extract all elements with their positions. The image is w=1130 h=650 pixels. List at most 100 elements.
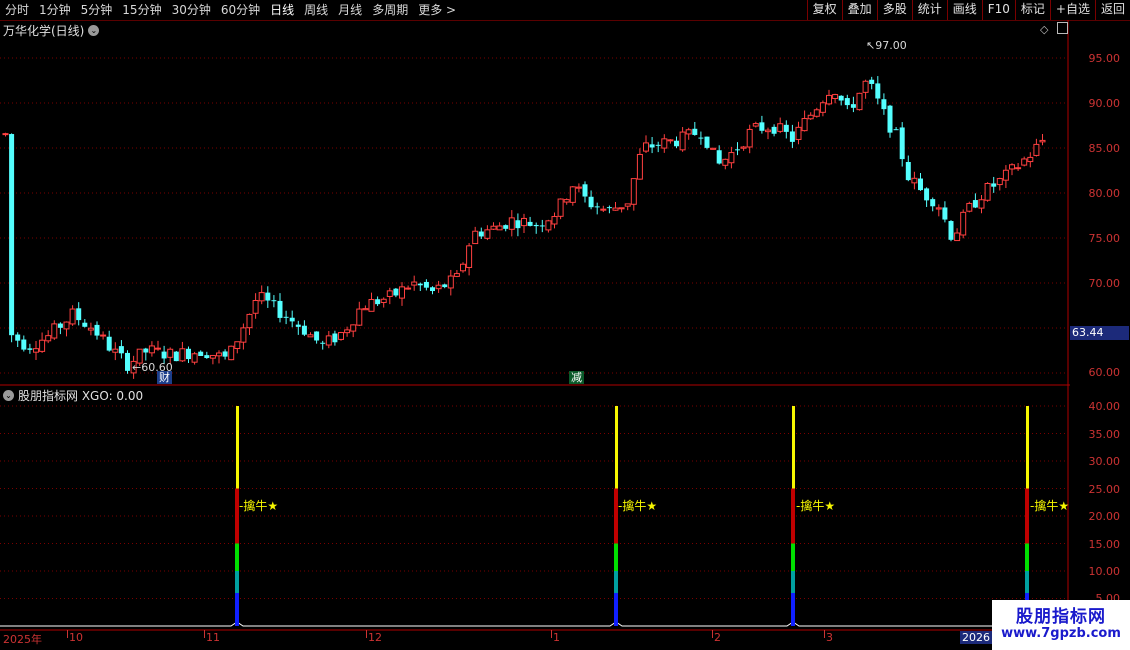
diamond-icon[interactable]: ◇ xyxy=(1040,23,1048,36)
candle-up xyxy=(545,220,552,231)
candle-down xyxy=(759,122,765,131)
price-axis-label: 70.00 xyxy=(1088,277,1121,290)
candle-up xyxy=(966,202,973,212)
signal-bar-cyan xyxy=(614,571,618,593)
candle-down xyxy=(106,336,112,351)
candle-down xyxy=(844,98,850,106)
candle-up xyxy=(405,287,412,290)
candle-up xyxy=(435,284,442,290)
candle-up xyxy=(911,177,918,184)
signal-bar-cyan xyxy=(1025,571,1029,593)
candle-up xyxy=(191,353,198,363)
date-tick xyxy=(712,630,713,638)
signal-bar-blue xyxy=(791,593,795,626)
indicator-axis-label: 40.00 xyxy=(1088,400,1121,413)
signal-bar-blue xyxy=(614,593,618,626)
signal-bar-yellow xyxy=(236,406,239,489)
candle-up xyxy=(228,345,235,361)
candle-up xyxy=(460,263,466,272)
candle-down xyxy=(417,283,423,286)
candle-down xyxy=(265,292,271,301)
candle-up xyxy=(234,341,241,350)
indicator-baseline xyxy=(0,621,1068,627)
candle-up xyxy=(508,217,515,230)
signal-bar-yellow xyxy=(792,406,795,489)
candle-up xyxy=(935,207,942,210)
candle-down xyxy=(204,355,210,359)
date-axis-label: 2026 xyxy=(960,631,992,644)
candle-down xyxy=(918,178,923,191)
candle-down xyxy=(320,342,326,344)
candle-up xyxy=(722,158,729,166)
candle-up xyxy=(630,178,637,205)
candle-down xyxy=(94,324,100,336)
candle-up xyxy=(661,138,668,149)
candle-up xyxy=(447,275,454,289)
candle-down xyxy=(582,184,588,197)
date-axis-label: 12 xyxy=(368,631,382,644)
candle-up xyxy=(179,348,186,362)
candle-down xyxy=(881,99,887,110)
candle-down xyxy=(82,322,88,327)
candle-down xyxy=(15,334,21,341)
candle-down xyxy=(57,323,63,328)
signal-bar-green xyxy=(1025,543,1029,571)
candle-up xyxy=(63,321,70,330)
candle-up xyxy=(484,229,491,239)
candle-down xyxy=(692,128,698,135)
candle-up xyxy=(112,348,119,353)
signal-bar-red xyxy=(1025,488,1029,544)
candle-up xyxy=(752,123,759,127)
main-panel-title: 万华化学(日线) ⌄ xyxy=(3,22,100,39)
signal-bar-green xyxy=(791,543,795,571)
date-tick xyxy=(551,630,552,638)
candle-up xyxy=(765,129,771,133)
candle-up xyxy=(728,152,735,164)
price-axis-label: 60.00 xyxy=(1088,366,1121,379)
candle-down xyxy=(783,124,789,132)
candle-down xyxy=(588,196,594,208)
signal-bar-green xyxy=(614,543,618,571)
candle-down xyxy=(972,200,978,208)
indicator-panel-title: ⌄ 股朋指标网 XGO: 0.00 xyxy=(3,387,143,404)
candle-up xyxy=(100,334,107,337)
candle-up xyxy=(411,281,418,286)
panel-toggle-icon[interactable] xyxy=(1057,22,1068,34)
candle-up xyxy=(832,94,839,100)
candle-up xyxy=(569,186,576,203)
candle-up xyxy=(453,273,460,277)
candle-down xyxy=(301,325,307,335)
candle-up xyxy=(87,327,94,331)
candle-up xyxy=(368,299,375,312)
chevron-down-icon[interactable]: ⌄ xyxy=(88,25,100,36)
candle-up xyxy=(258,292,265,302)
candle-up xyxy=(380,298,387,303)
candle-up xyxy=(33,348,39,353)
financial-report-badge[interactable]: 财 xyxy=(157,371,172,384)
date-axis-label: 3 xyxy=(826,631,833,644)
candle-up xyxy=(155,347,161,350)
signal-bar-cyan xyxy=(791,571,795,593)
price-axis-label: 75.00 xyxy=(1088,232,1121,245)
candle-up xyxy=(167,348,174,358)
chevron-down-icon[interactable]: ⌄ xyxy=(3,390,14,401)
candle-up xyxy=(344,329,351,334)
chart-canvas[interactable] xyxy=(0,0,1130,650)
candle-down xyxy=(716,150,722,164)
candle-up xyxy=(813,109,820,117)
candle-down xyxy=(295,324,301,327)
candle-up xyxy=(667,139,674,142)
candle-down xyxy=(173,351,179,362)
candle-up xyxy=(600,208,607,211)
candle-up xyxy=(472,230,479,245)
candle-down xyxy=(942,207,948,220)
candle-down xyxy=(924,188,930,201)
candle-down xyxy=(161,351,167,359)
candle-down xyxy=(430,287,435,292)
reduce-holding-badge[interactable]: 减 xyxy=(569,371,584,384)
signal-label: -擒牛★ xyxy=(796,499,836,513)
watermark-title: 股朋指标网 xyxy=(1016,607,1106,627)
candle-up xyxy=(618,207,625,210)
candle-down xyxy=(9,134,15,336)
signal-bar-cyan xyxy=(235,571,239,593)
